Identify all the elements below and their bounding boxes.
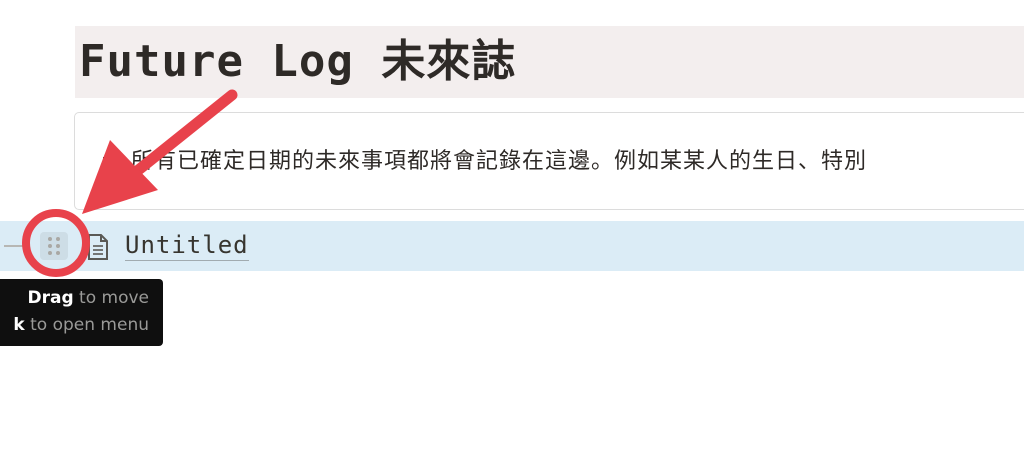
speaker-icon[interactable] [101,147,135,177]
page-heading[interactable]: Future Log 未來誌 [79,34,516,90]
callout-text[interactable]: 所有已確定日期的未來事項都將會記錄在這邊。例如某某人的生日、特別 [131,147,867,177]
page-link-title[interactable]: Untitled [125,230,249,261]
tooltip-text-drag: to move [73,288,149,308]
callout-block[interactable]: 所有已確定日期的未來事項都將會記錄在這邊。例如某某人的生日、特別 [74,112,1024,210]
page-icon [86,233,110,261]
heading-block[interactable]: Future Log 未來誌 [75,26,1024,98]
drag-tooltip: Drag to move k to open menu [0,279,163,346]
tooltip-text-click: to open menu [24,315,149,335]
tooltip-key-click: k [13,315,25,335]
tooltip-line-click: k to open menu [13,314,149,336]
tooltip-line-drag: Drag to move [28,287,150,309]
page-block-row[interactable]: Untitled [0,221,1024,271]
plus-icon[interactable] [4,235,26,257]
tooltip-key-drag: Drag [27,288,74,308]
drag-handle-icon[interactable] [40,232,68,260]
